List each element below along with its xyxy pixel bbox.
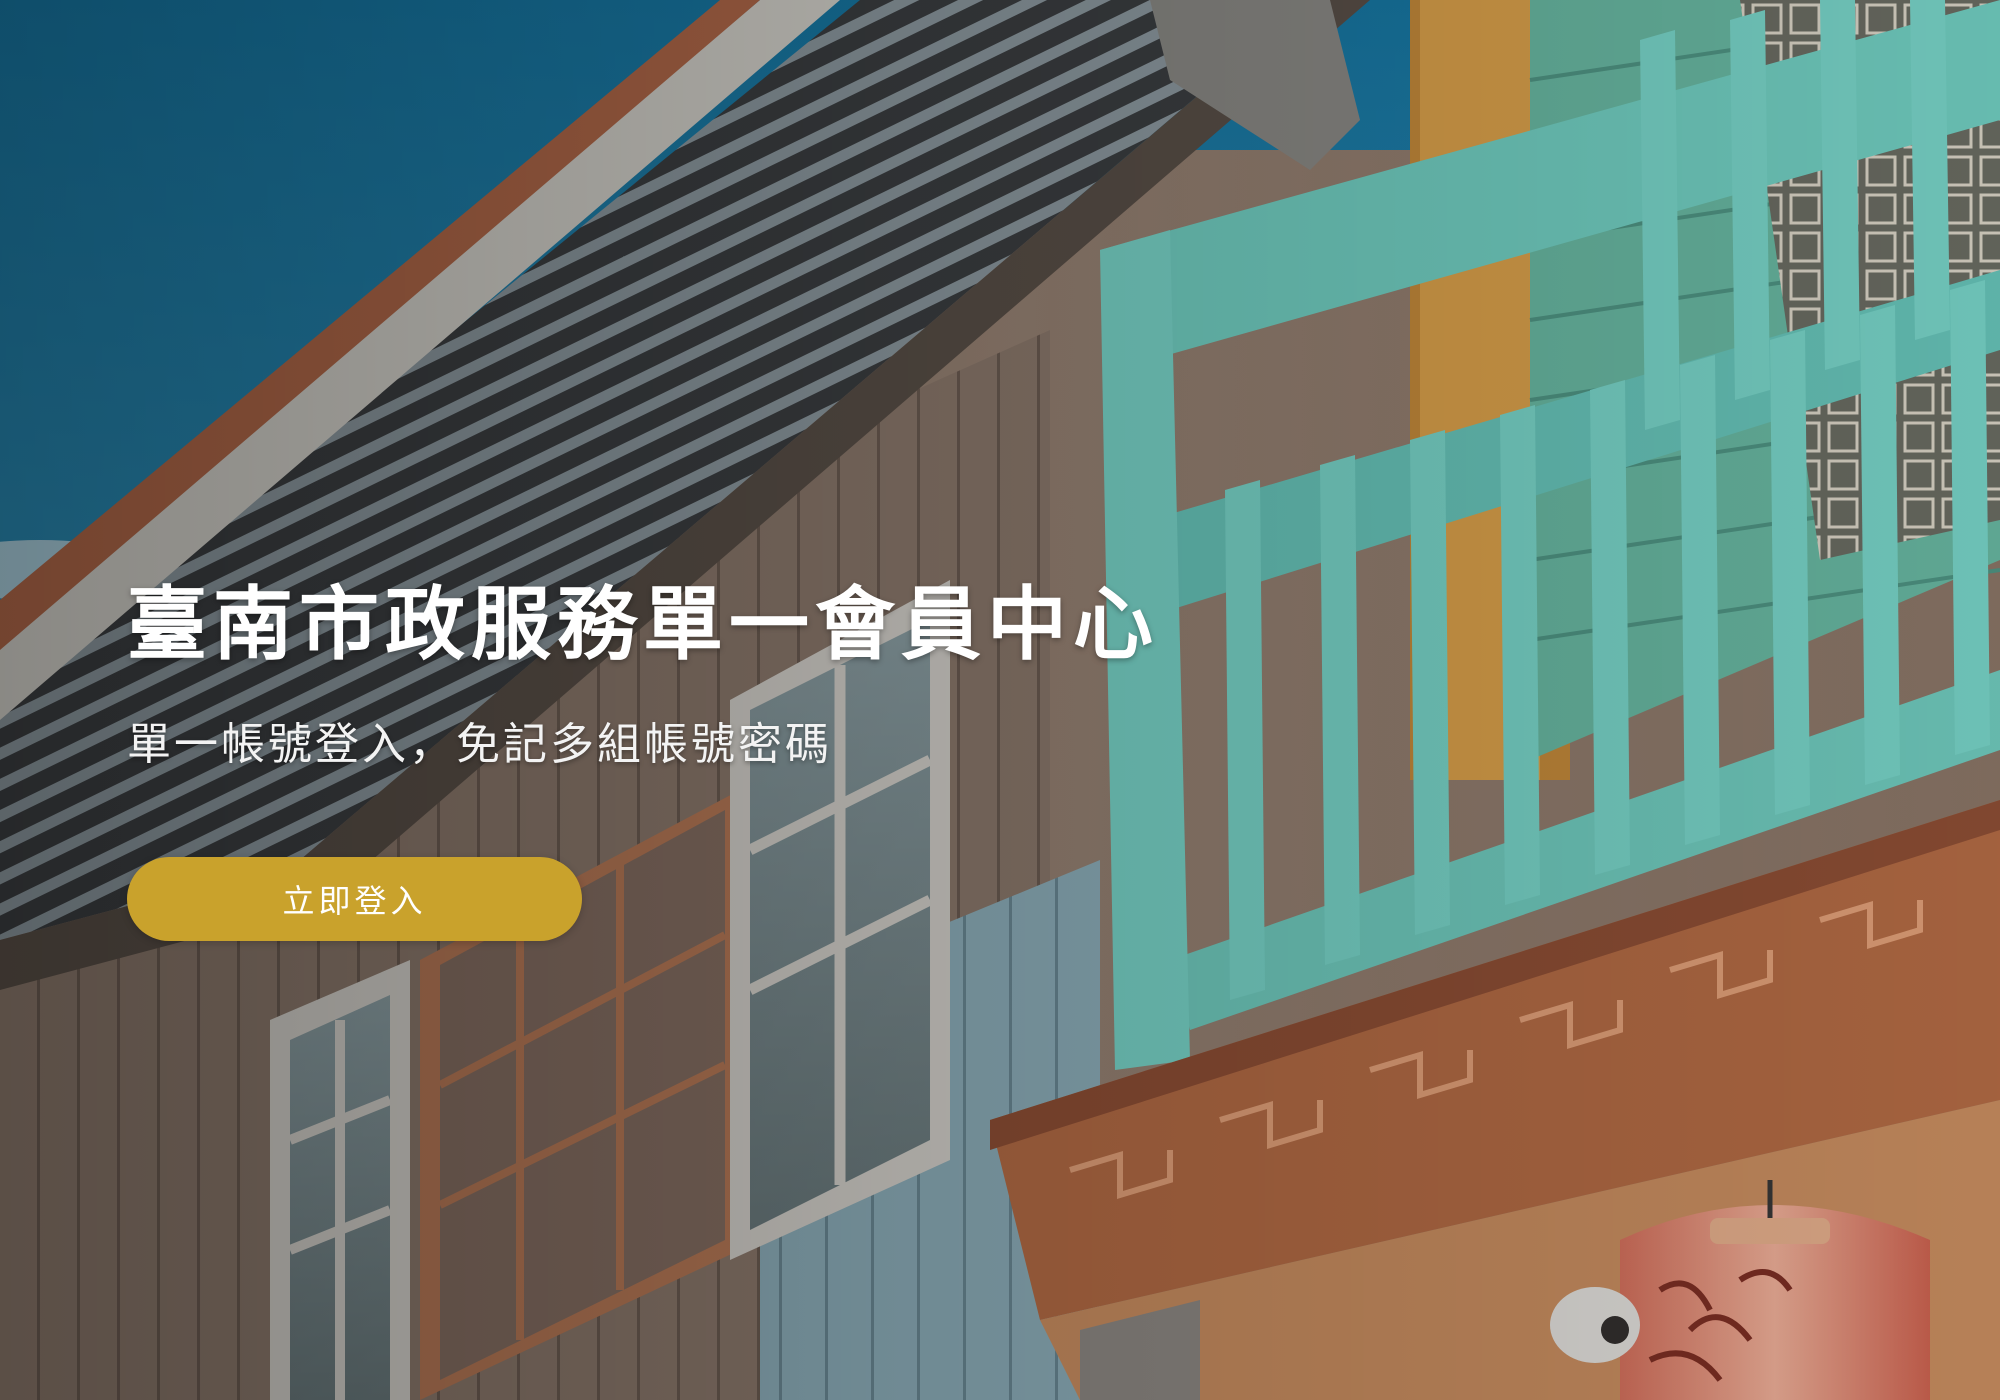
hero-section: 臺南市政服務單一會員中心 單一帳號登入，免記多組帳號密碼 立即登入 [0, 0, 2000, 1400]
hero-content: 臺南市政服務單一會員中心 單一帳號登入，免記多組帳號密碼 立即登入 [127, 575, 1327, 941]
page-title: 臺南市政服務單一會員中心 [127, 578, 1159, 671]
login-button[interactable]: 立即登入 [127, 857, 582, 941]
page-subtitle: 單一帳號登入，免記多組帳號密碼 [127, 719, 832, 770]
